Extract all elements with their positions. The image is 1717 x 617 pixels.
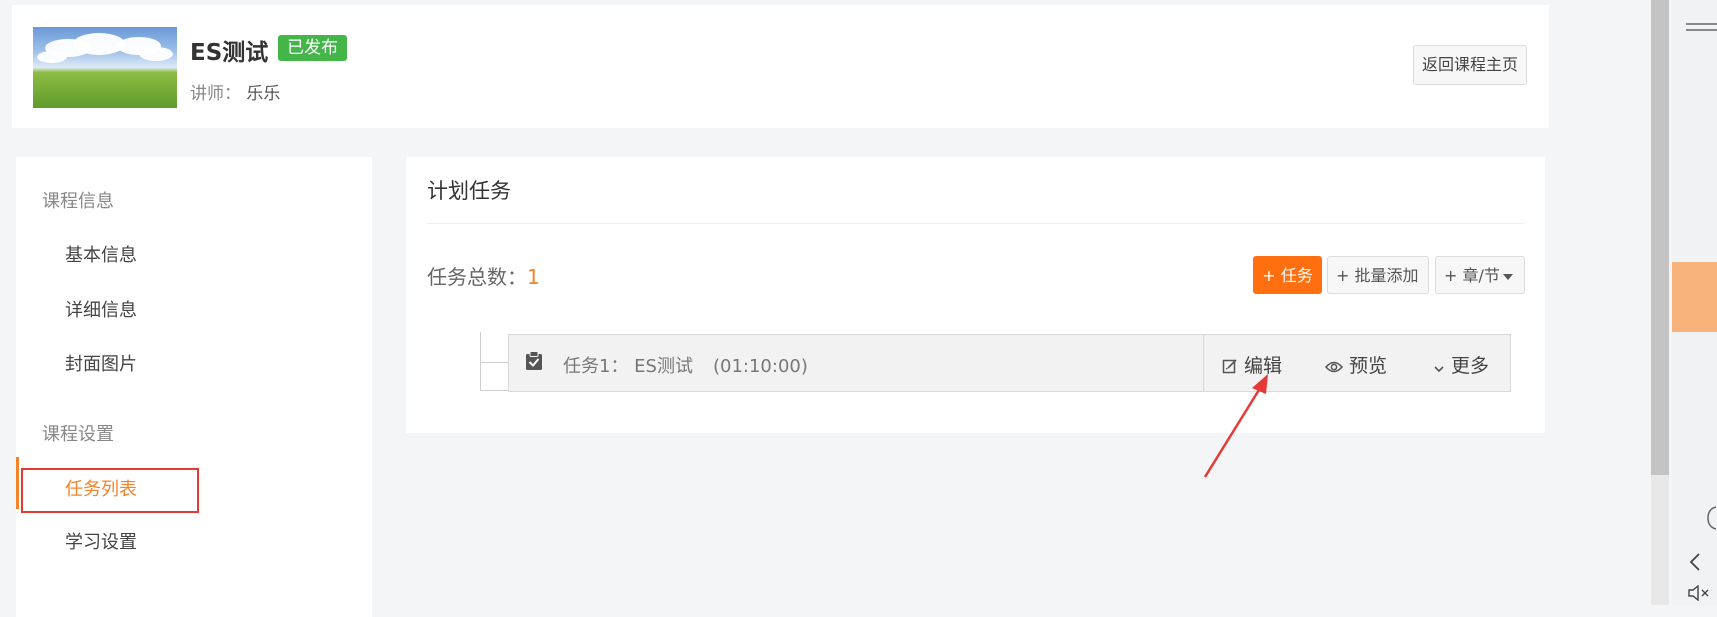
annotation-highlight-box (21, 468, 199, 513)
batch-add-button[interactable]: + 批量添加 (1327, 256, 1429, 294)
task-duration: (01:10:00) (712, 356, 808, 377)
task-title: 任务1： ES测试 (01:10:00) (563, 352, 808, 378)
task-name: 任务1： ES测试 (563, 356, 693, 377)
sidebar-item-detail-info[interactable]: 详细信息 (65, 296, 137, 322)
menu-icon[interactable] (1686, 20, 1717, 34)
sidebar-item-learning-settings[interactable]: 学习设置 (65, 528, 137, 554)
divider (427, 223, 1524, 224)
add-task-button[interactable]: + 任务 (1253, 256, 1322, 294)
course-cover-image (33, 27, 177, 108)
sidebar-section-course-info: 课程信息 (42, 191, 114, 212)
tree-line (480, 390, 508, 391)
sidebar: 课程信息 基本信息 详细信息 封面图片 课程设置 任务列表 学习设置 (16, 157, 372, 617)
mute-icon[interactable] (1688, 585, 1712, 601)
task-actions: 编辑 预览 更多 (1203, 335, 1511, 391)
teacher-label: 讲师： (190, 84, 241, 104)
clipboard-check-icon (526, 351, 542, 370)
sidebar-item-cover-image[interactable]: 封面图片 (65, 350, 137, 376)
teacher-name: 乐乐 (246, 84, 281, 104)
preview-label: 预览 (1349, 355, 1388, 377)
sidebar-active-indicator (16, 457, 19, 509)
caret-down-icon (1502, 273, 1513, 280)
edit-icon (1222, 359, 1237, 374)
hand-icon (1707, 506, 1717, 530)
course-title: ES测试 (190, 40, 269, 66)
chevron-down-icon (1434, 366, 1444, 373)
eye-icon (1324, 361, 1344, 373)
task-count-value: 1 (527, 265, 540, 289)
course-header: ES测试 已发布 讲师： 乐乐 返回课程主页 (12, 5, 1549, 128)
sidebar-section-course-settings: 课程设置 (42, 424, 114, 445)
teacher-info: 讲师： 乐乐 (190, 79, 280, 104)
status-badge: 已发布 (278, 35, 347, 61)
edit-label: 编辑 (1244, 355, 1283, 377)
task-count: 任务总数：1 (427, 261, 540, 290)
preview-task-button[interactable]: 预览 (1324, 351, 1388, 378)
more-actions-button[interactable]: 更多 (1433, 351, 1489, 378)
sidebar-item-basic-info[interactable]: 基本信息 (65, 241, 137, 267)
task-row[interactable]: 任务1： ES测试 (01:10:00) 编辑 预览 更多 (508, 334, 1511, 392)
page-title: 计划任务 (427, 179, 511, 203)
more-label: 更多 (1451, 355, 1490, 377)
chevron-left-icon[interactable] (1689, 552, 1701, 572)
tree-line (480, 362, 508, 363)
main-panel: 计划任务 任务总数：1 + 任务 + 批量添加 + 章/节 任务1： ES测试 (… (406, 157, 1545, 433)
add-chapter-button[interactable]: + 章/节 (1435, 256, 1525, 294)
edit-task-button[interactable]: 编辑 (1222, 351, 1282, 378)
scrollbar-thumb[interactable] (1651, 0, 1669, 475)
right-panel-highlight (1672, 262, 1717, 332)
back-to-course-button[interactable]: 返回课程主页 (1412, 45, 1527, 85)
add-chapter-label: + 章/节 (1444, 266, 1500, 285)
task-count-label: 任务总数： (427, 265, 527, 289)
